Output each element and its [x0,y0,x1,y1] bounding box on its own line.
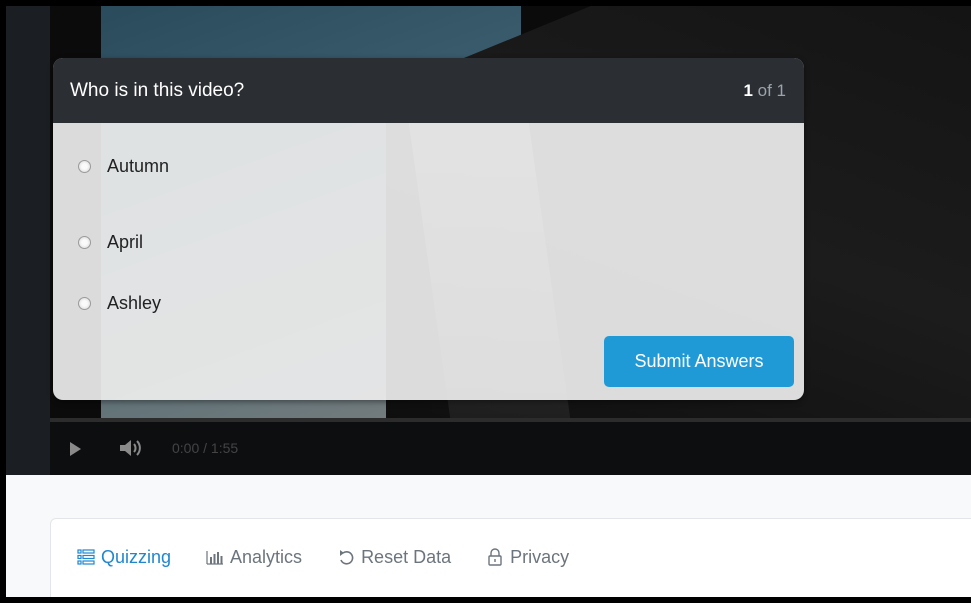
tab-label: Analytics [230,546,303,567]
quiz-counter: 1 of 1 [743,81,786,101]
bar-chart-icon [206,551,224,565]
tab-label: Quizzing [101,546,172,567]
lock-icon [488,548,502,566]
play-icon[interactable] [70,442,81,456]
option-label: Autumn [107,156,170,176]
tab-bar: Quizzing Analytics Reset Data Privacy [51,519,971,595]
quiz-counter-current: 1 [743,80,753,100]
quiz-question-title: Who is in this video? [70,79,245,101]
tabs-panel: Quizzing Analytics Reset Data Privacy [50,518,971,597]
radio-button[interactable] [78,297,91,310]
video-left-strip [6,6,50,475]
radio-button[interactable] [78,236,91,249]
quiz-options: Autumn April Ashley [53,123,804,334]
tab-label: Reset Data [361,546,452,567]
tab-quizzing[interactable]: Quizzing [77,547,171,568]
option-ashley[interactable]: Ashley [53,273,804,334]
quiz-header: Who is in this video? 1 of 1 [53,58,804,123]
tab-label: Privacy [510,546,570,567]
list-icon [77,549,95,565]
video-time: 0:00 / 1:55 [172,440,239,456]
option-april[interactable]: April [53,212,804,273]
tab-analytics[interactable]: Analytics [206,547,302,568]
tab-reset-data[interactable]: Reset Data [337,547,451,568]
tab-privacy[interactable]: Privacy [486,547,569,568]
option-label: Ashley [107,293,162,313]
option-autumn[interactable]: Autumn [53,151,804,182]
video-controls: 0:00 / 1:55 [50,418,971,475]
undo-icon [340,550,354,565]
app-frame: 0:00 / 1:55 Who is in this video? 1 of 1… [6,6,971,597]
submit-answers-button[interactable]: Submit Answers [604,336,794,387]
radio-button[interactable] [78,160,91,173]
video-progress-bar[interactable] [50,418,971,422]
quiz-overlay: Who is in this video? 1 of 1 Autumn Apri… [53,58,804,400]
quiz-counter-total: of 1 [752,80,786,100]
option-label: April [107,232,144,252]
volume-icon[interactable] [118,438,144,458]
